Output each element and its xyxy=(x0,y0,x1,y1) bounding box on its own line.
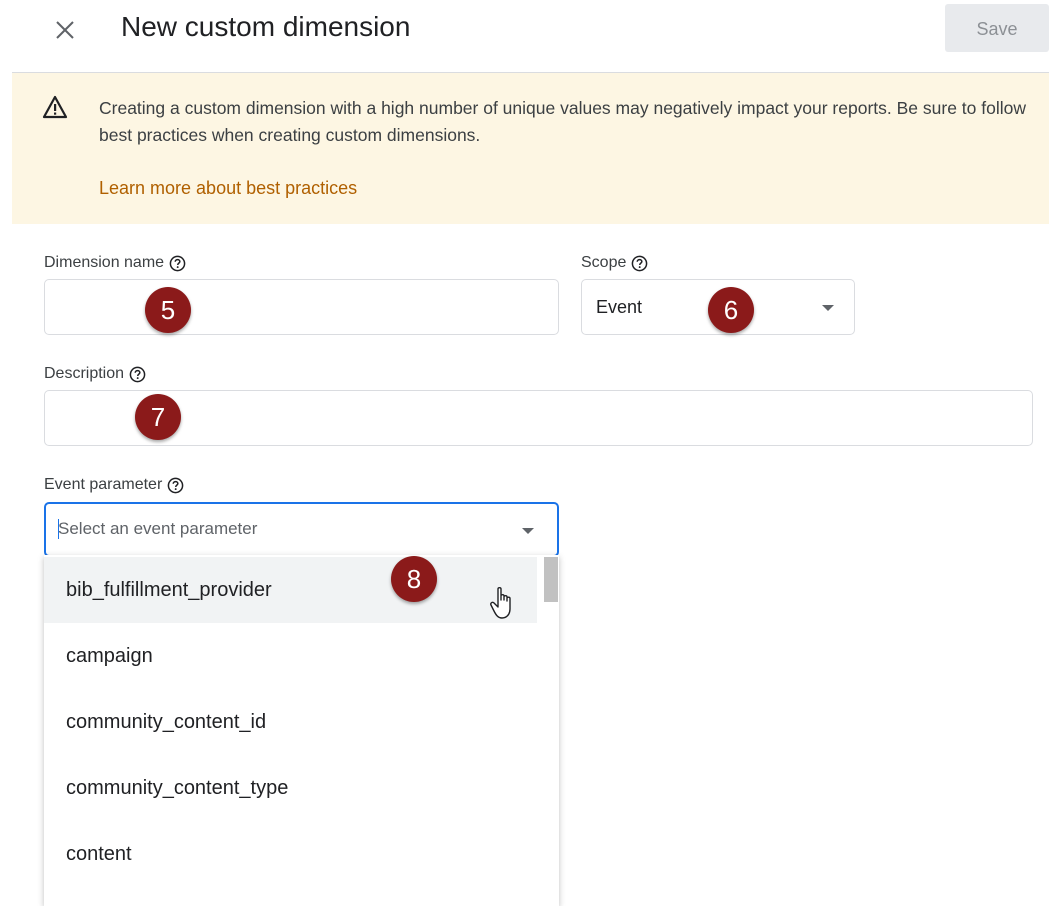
save-button[interactable]: Save xyxy=(945,4,1049,52)
dimension-name-label: Dimension name xyxy=(44,254,186,272)
dimension-name-label-text: Dimension name xyxy=(44,254,165,271)
step-badge-5: 5 xyxy=(145,287,191,333)
event-parameter-label-text: Event parameter xyxy=(44,476,163,493)
text-cursor xyxy=(58,519,59,539)
description-input[interactable] xyxy=(44,390,1033,446)
event-parameter-search-input[interactable] xyxy=(58,516,498,542)
scope-value: Event xyxy=(596,297,643,317)
description-label: Description xyxy=(44,365,146,383)
dimension-name-input[interactable] xyxy=(44,279,559,335)
warning-icon xyxy=(42,95,68,119)
help-icon[interactable] xyxy=(169,255,186,272)
banner-message: Creating a custom dimension with a high … xyxy=(99,98,1026,145)
close-icon[interactable] xyxy=(52,17,78,43)
list-item[interactable]: community_content_id xyxy=(44,689,537,755)
best-practices-link[interactable]: Learn more about best practices xyxy=(99,178,357,199)
scope-label: Scope xyxy=(581,254,648,272)
hand-pointer-icon xyxy=(490,586,511,619)
event-parameter-label: Event parameter xyxy=(44,476,184,494)
scope-label-text: Scope xyxy=(581,254,627,271)
list-item[interactable]: content xyxy=(44,821,537,887)
page-title: New custom dimension xyxy=(121,11,411,42)
step-badge-7: 7 xyxy=(135,394,181,440)
help-icon[interactable] xyxy=(631,255,648,272)
help-icon[interactable] xyxy=(167,477,184,494)
scrollbar[interactable] xyxy=(544,557,558,602)
step-badge-8: 8 xyxy=(391,556,437,602)
warning-banner: Creating a custom dimension with a high … xyxy=(12,73,1049,224)
event-parameter-select[interactable] xyxy=(44,502,559,557)
list-item[interactable]: community_content_type xyxy=(44,755,537,821)
step-badge-6: 6 xyxy=(708,287,754,333)
dialog-header: New custom dimension Save xyxy=(0,0,1049,72)
list-item[interactable]: bib_fulfillment_provider xyxy=(44,557,537,623)
description-label-text: Description xyxy=(44,365,125,382)
chevron-down-icon xyxy=(822,305,834,311)
list-item[interactable]: campaign xyxy=(44,623,537,689)
chevron-down-icon[interactable] xyxy=(522,528,534,534)
event-parameter-dropdown: bib_fulfillment_provider campaign commun… xyxy=(44,555,559,906)
help-icon[interactable] xyxy=(129,366,146,383)
